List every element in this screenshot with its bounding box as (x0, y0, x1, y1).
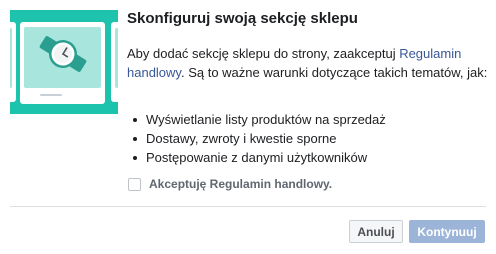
footer-divider (10, 206, 486, 207)
dialog-title: Skonfiguruj swoją sekcję sklepu (127, 10, 358, 27)
product-card-left (10, 22, 16, 102)
continue-button[interactable]: Kontynuuj (409, 220, 485, 243)
description-text-continued: . Są to ważne warunki dotyczące takich t… (180, 65, 488, 80)
accept-terms-label[interactable]: Akceptuję Regulamin handlowy. (149, 177, 332, 191)
watch-icon (39, 36, 87, 72)
accept-terms-checkbox[interactable] (128, 177, 141, 191)
dialog-description: Aby dodać sekcję sklepu do strony, zaakc… (127, 44, 489, 82)
description-text: Aby dodać sekcję sklepu do strony, zaakc… (127, 46, 400, 61)
list-item: Wyświetlanie listy produktów na sprzedaż (133, 110, 386, 129)
list-item: Dostawy, zwroty i kwestie sporne (133, 129, 386, 148)
topics-list: Wyświetlanie listy produktów na sprzedaż… (133, 110, 386, 167)
list-item: Postępowanie z danymi użytkowników (133, 148, 386, 167)
cancel-button[interactable]: Anuluj (349, 220, 403, 243)
product-card-right (111, 22, 118, 102)
accept-terms-row[interactable]: Akceptuję Regulamin handlowy. (128, 177, 332, 191)
shop-illustration (10, 10, 118, 114)
